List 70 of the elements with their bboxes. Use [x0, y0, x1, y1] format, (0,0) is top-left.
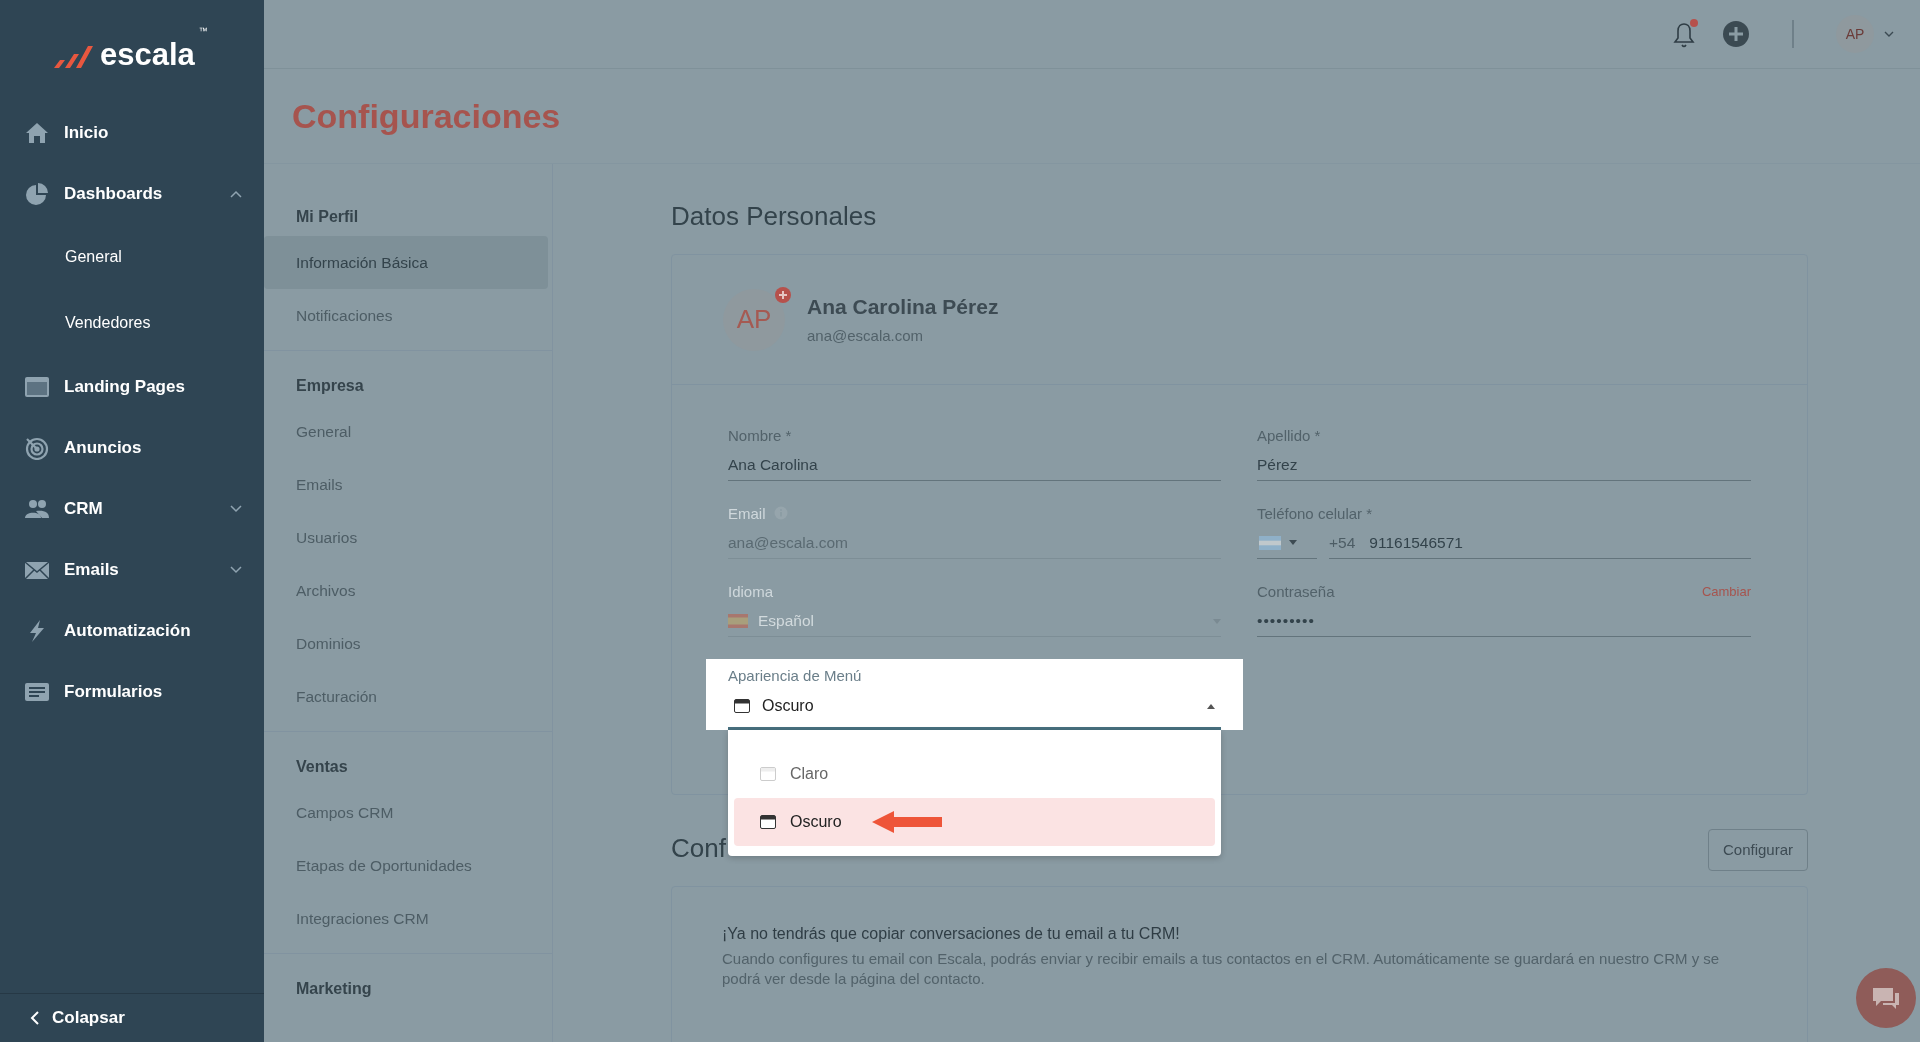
page-title: Configuraciones: [292, 96, 561, 136]
input-field[interactable]: Pérez: [1257, 449, 1751, 481]
sidebar-subitem[interactable]: General: [0, 224, 264, 290]
password-field[interactable]: •••••••••: [1257, 605, 1751, 637]
settings-nav-item[interactable]: Dominios: [264, 617, 548, 670]
phone-field[interactable]: +54 91161546571: [1329, 527, 1751, 559]
settings-nav-item[interactable]: Integraciones CRM: [264, 892, 548, 945]
trademark-sign: ™: [198, 26, 208, 36]
chat-button[interactable]: [1856, 968, 1916, 1028]
settings-nav-item[interactable]: Usuarios: [264, 511, 548, 564]
sidebar-item[interactable]: Anuncios: [0, 417, 264, 478]
window-icon: [734, 699, 750, 713]
sidebar-item[interactable]: CRM: [0, 478, 264, 539]
settings-nav-item[interactable]: Campos CRM: [264, 786, 548, 839]
sidebar-item[interactable]: Landing Pages: [0, 356, 264, 417]
target-icon: [24, 435, 50, 460]
annotation-arrow: [871, 810, 942, 834]
field-label: Email: [728, 504, 766, 522]
window-icon: [760, 767, 776, 781]
change-link[interactable]: Cambiar: [1701, 583, 1751, 599]
settings-nav-item[interactable]: General: [264, 405, 548, 458]
add-icon[interactable]: [1722, 20, 1750, 48]
country-code: +54: [1329, 534, 1356, 552]
sidebar-item[interactable]: Inicio: [0, 102, 264, 163]
section-heading: Ventas: [295, 757, 349, 777]
section-heading: Mi Perfil: [295, 207, 360, 227]
logo-icon: [52, 44, 96, 70]
sidebar-item[interactable]: Dashboards: [0, 163, 264, 224]
email-description: Cuando configures tu email con Escala, podrás enviar y recibir emails a tus contactos en el CRM. Automáticamente se guardará en nuestro CRM y se podrá ver desde la página del contacto.: [722, 949, 1721, 989]
add-photo-icon[interactable]: [775, 286, 791, 303]
input-field[interactable]: Ana Carolina: [728, 449, 1221, 481]
section-heading: Marketing: [295, 979, 373, 999]
sidebar-item[interactable]: Automatización: [0, 600, 264, 661]
settings-nav-item[interactable]: Información Básica: [264, 236, 548, 289]
profile-email: ana@escala.com: [807, 327, 925, 344]
settings-nav-item[interactable]: Etapas de Oportunidades: [264, 839, 548, 892]
chevron-down-icon[interactable]: [1884, 31, 1894, 37]
sidebar-item[interactable]: Emails: [0, 539, 264, 600]
field-label: Nombre *: [728, 426, 792, 444]
profile-name: Ana Carolina Pérez: [807, 295, 999, 319]
phone-number: 91161546571: [1369, 534, 1463, 552]
section-title: Conf: [671, 833, 726, 864]
flag-icon: [728, 614, 748, 628]
field-label: Apariencia de Menú: [728, 667, 863, 684]
logo-text: escala: [100, 40, 195, 70]
sidebar-item[interactable]: Formularios: [0, 661, 264, 722]
settings-nav-item[interactable]: Emails: [264, 458, 548, 511]
window-icon: [760, 815, 776, 829]
dropdown-option[interactable]: Oscuro: [734, 798, 1215, 846]
field-label: Apellido *: [1257, 426, 1321, 444]
chat-icon: [1871, 985, 1901, 1011]
settings-nav-item[interactable]: Facturación: [264, 670, 548, 723]
dropdown-option[interactable]: Claro: [734, 750, 1215, 798]
pie-chart-icon: [24, 181, 50, 206]
caret-icon: [1289, 540, 1297, 545]
configure-button[interactable]: Configurar: [1707, 828, 1808, 871]
settings-nav-item[interactable]: Archivos: [264, 564, 548, 617]
user-avatar[interactable]: AP: [1836, 15, 1874, 53]
browser-window-icon: [24, 374, 50, 399]
sidebar-subitem[interactable]: Vendedores: [0, 290, 264, 356]
section-heading: Empresa: [295, 376, 365, 396]
field-label: Teléfono celular *: [1257, 504, 1373, 522]
home-icon: [24, 120, 50, 145]
field-label: Contraseña: [1257, 582, 1335, 600]
chevron-left-icon: [30, 1010, 40, 1026]
section-title: Datos Personales: [671, 201, 878, 232]
settings-nav-item[interactable]: Notificaciones: [264, 289, 548, 342]
email-headline: ¡Ya no tendrás que copiar conversaciones de tu email a tu CRM!: [722, 925, 1181, 943]
field-label: Idioma: [728, 582, 774, 600]
flag-icon: [1259, 535, 1281, 550]
